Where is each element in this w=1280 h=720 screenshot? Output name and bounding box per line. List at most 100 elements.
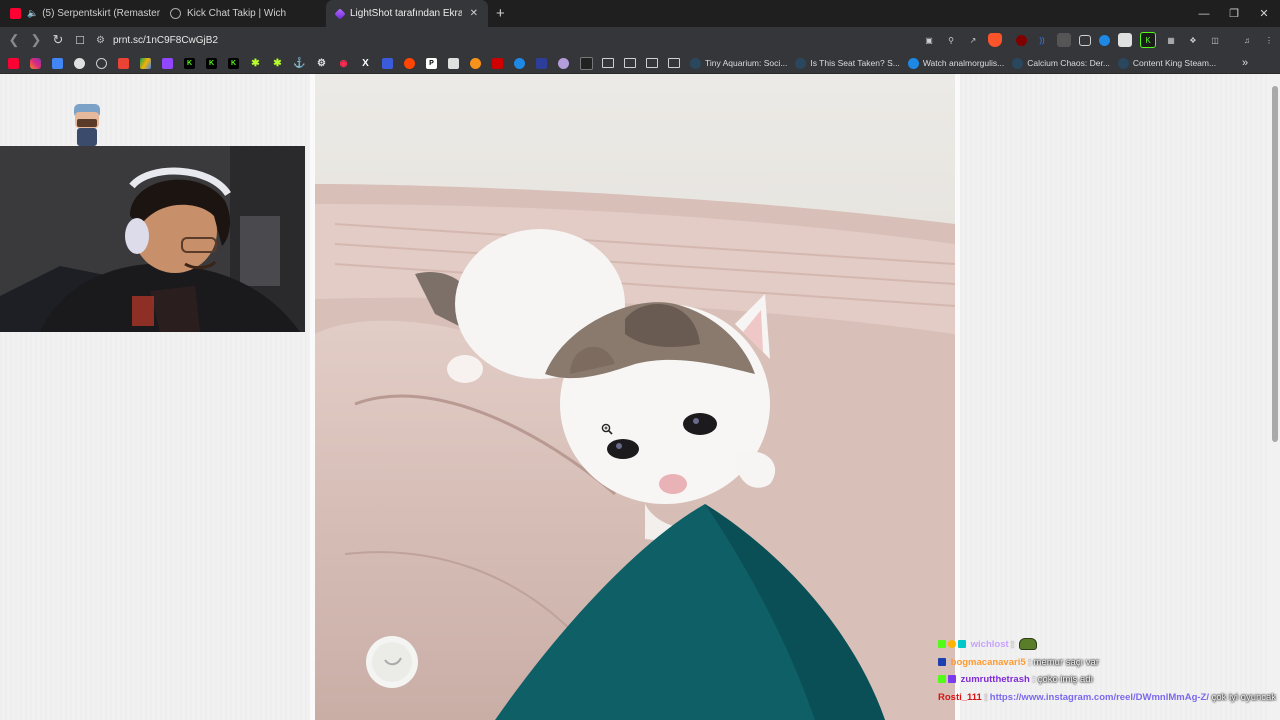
bookmark-ext-10[interactable] bbox=[536, 55, 550, 71]
side-panel-icon[interactable]: ◫ bbox=[1208, 33, 1222, 47]
chat-username: zumrutthetrash bbox=[960, 674, 1030, 685]
app-icon bbox=[536, 57, 547, 69]
kick-icon: K bbox=[206, 57, 217, 69]
minimize-button[interactable]: — bbox=[1188, 0, 1220, 27]
bookmark-kick-3[interactable]: K bbox=[228, 55, 242, 71]
speaker-icon[interactable]: 🔈 bbox=[27, 8, 38, 19]
maximize-button[interactable]: ❐ bbox=[1218, 0, 1250, 27]
bookmark-seat-taken[interactable]: Is This Seat Taken? S... bbox=[795, 55, 900, 71]
cross-icon: ✱ bbox=[273, 57, 282, 69]
tab-strip: 🔈 (5) Serpentskirt (Remastered 200 Kick … bbox=[0, 0, 1280, 27]
forward-button[interactable]: ❯ bbox=[26, 29, 46, 51]
extensions-puzzle-icon[interactable]: ❖ bbox=[1186, 33, 1200, 47]
bookmark-ext-12[interactable] bbox=[580, 55, 594, 71]
scrollbar-thumb[interactable] bbox=[1272, 86, 1278, 442]
verified-badge-icon bbox=[958, 640, 966, 649]
screenshot-image[interactable] bbox=[315, 74, 955, 720]
media-control-icon[interactable]: ♫ bbox=[1240, 33, 1254, 47]
bookmark-instagram[interactable] bbox=[30, 55, 44, 71]
chat-link[interactable]: https://www.instagram.com/reel/DWmnlMmAg… bbox=[990, 692, 1209, 703]
bookmark-ext-5[interactable] bbox=[382, 55, 396, 71]
bookmark-icon[interactable]: ☐ bbox=[70, 29, 90, 51]
bookmark-folder-2[interactable] bbox=[624, 55, 638, 71]
play-icon bbox=[514, 57, 525, 69]
bookmark-translate[interactable] bbox=[52, 55, 66, 71]
bookmark-ext-2[interactable]: ✱ bbox=[272, 55, 286, 71]
bookmark-kick-2[interactable]: K bbox=[206, 55, 220, 71]
chat-separator: : bbox=[1028, 656, 1031, 668]
bookmark-youtube[interactable] bbox=[8, 55, 22, 71]
bookmark-ext-9[interactable] bbox=[514, 55, 528, 71]
ext-grid-icon[interactable]: ▦ bbox=[1164, 33, 1178, 47]
ext-window-icon[interactable] bbox=[1118, 33, 1132, 47]
close-tab-icon[interactable]: ✕ bbox=[470, 8, 478, 19]
tab-youtube[interactable]: 🔈 (5) Serpentskirt (Remastered 200 bbox=[0, 0, 160, 27]
bookmarks-bar: K K K ✱ ✱ ⚓ ⚙ ◉ X P Tiny Aquarium: Soci.… bbox=[0, 53, 1280, 74]
subscriber-badge-icon bbox=[948, 675, 956, 684]
new-tab-button[interactable]: + bbox=[488, 5, 513, 22]
bookmark-ext-7[interactable] bbox=[470, 55, 484, 71]
youtube-icon bbox=[8, 57, 19, 69]
bookmark-watch-analmorgulis[interactable]: Watch analmorgulis... bbox=[907, 55, 1004, 71]
close-window-button[interactable]: ✕ bbox=[1248, 0, 1280, 27]
bookmark-globe[interactable] bbox=[96, 55, 110, 71]
bookmark-folder-4[interactable] bbox=[668, 55, 682, 71]
bookmark-ext-1[interactable]: ✱ bbox=[250, 55, 264, 71]
menu-icon[interactable]: ⋮ bbox=[1262, 33, 1276, 47]
ext-gray-icon[interactable] bbox=[1057, 33, 1071, 47]
share-icon[interactable]: ↗ bbox=[966, 33, 980, 47]
bookmark-tiny-aquarium[interactable]: Tiny Aquarium: Soci... bbox=[690, 55, 787, 71]
url-text: prnt.sc/1nC9F8CwGjB2 bbox=[112, 34, 219, 46]
back-button[interactable]: ❮ bbox=[4, 29, 24, 51]
circle-icon bbox=[558, 57, 569, 69]
bookmark-drive[interactable] bbox=[140, 55, 154, 71]
bookmark-twitch[interactable] bbox=[162, 55, 176, 71]
bookmark-github[interactable] bbox=[74, 55, 88, 71]
bookmark-ext-11[interactable] bbox=[558, 55, 572, 71]
frog-emote-icon bbox=[1018, 638, 1037, 651]
bookmark-gmail[interactable] bbox=[118, 55, 132, 71]
youtube-icon bbox=[10, 8, 21, 19]
bookmark-ext-6[interactable] bbox=[448, 55, 462, 71]
chat-text: memur saçı var bbox=[1033, 656, 1100, 668]
bookmark-ext-4[interactable]: ◉ bbox=[338, 55, 352, 71]
reddit-icon bbox=[404, 57, 415, 69]
bookmark-p[interactable]: P bbox=[426, 55, 440, 71]
instagram-icon bbox=[30, 57, 41, 69]
zoom-icon[interactable]: ⚲ bbox=[944, 33, 958, 47]
page-viewport bbox=[0, 74, 1280, 720]
chat-message: Rosti_111 : https://www.instagram.com/re… bbox=[938, 689, 1276, 707]
bookmark-folder-1[interactable] bbox=[602, 55, 616, 71]
cast-icon[interactable]: ▣ bbox=[922, 33, 936, 47]
site-info-icon[interactable]: ⚙ bbox=[96, 35, 105, 46]
bookmark-anchor[interactable]: ⚓ bbox=[293, 55, 308, 71]
globe-icon bbox=[170, 8, 181, 19]
translate-icon bbox=[52, 57, 63, 69]
brave-shield-icon[interactable] bbox=[988, 33, 1002, 47]
chat-username: Rosti_111 bbox=[938, 691, 982, 703]
bookmark-folder-3[interactable] bbox=[646, 55, 660, 71]
bookmark-ext-8[interactable] bbox=[492, 55, 506, 71]
reload-button[interactable]: ↻ bbox=[48, 29, 68, 51]
bookmark-x[interactable]: X bbox=[360, 55, 374, 71]
bookmarks-overflow-button[interactable]: » bbox=[1242, 55, 1256, 71]
bookmark-kick-1[interactable]: K bbox=[184, 55, 198, 71]
ublock-icon[interactable] bbox=[1016, 34, 1027, 46]
kick-ext-icon[interactable]: K bbox=[1140, 32, 1156, 48]
app-icon bbox=[382, 57, 393, 69]
chat-message: zumrutthetrash : çoko imiş adı bbox=[938, 671, 1258, 689]
steam-icon bbox=[690, 57, 701, 69]
bookmark-content-king[interactable]: Content King Steam... bbox=[1117, 55, 1216, 71]
bookmark-calcium-chaos[interactable]: Calcium Chaos: Der... bbox=[1012, 55, 1110, 71]
audio-ext-icon[interactable]: )) bbox=[1035, 33, 1049, 47]
tab-lightshot[interactable]: LightShot tarafından Ekran Görü ✕ bbox=[326, 0, 488, 27]
ext-box-icon[interactable] bbox=[1079, 34, 1091, 46]
app-icon bbox=[580, 56, 593, 70]
chat-message: wichlost : bbox=[938, 636, 1258, 654]
address-bar[interactable]: ⚙ prnt.sc/1nC9F8CwGjB2 bbox=[88, 28, 936, 52]
bookmark-ext-3[interactable]: ⚙ bbox=[316, 55, 330, 71]
github-icon bbox=[74, 57, 85, 69]
tab-kick-chat[interactable]: Kick Chat Takip | Wich bbox=[160, 0, 326, 27]
bookmark-reddit[interactable] bbox=[404, 55, 418, 71]
ext-blue-icon[interactable] bbox=[1099, 34, 1110, 46]
